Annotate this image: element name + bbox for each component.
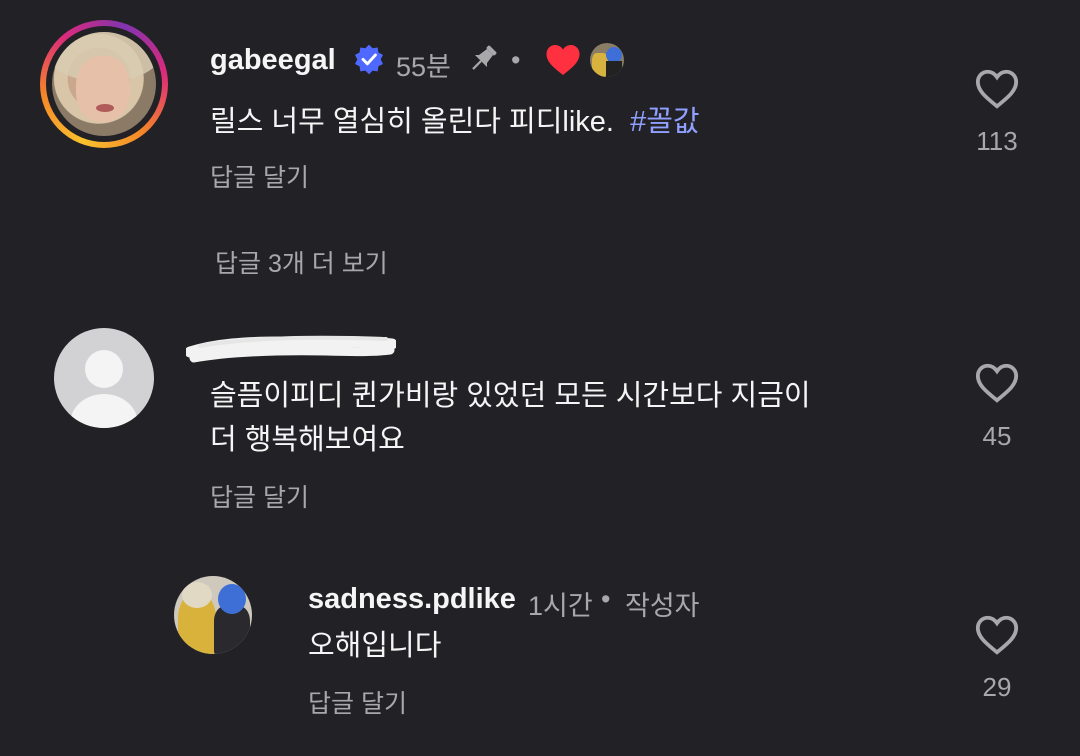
- reply-button[interactable]: 답글 달기: [210, 478, 309, 514]
- like-count: 45: [982, 421, 1012, 451]
- author-avatar-small: [590, 43, 624, 77]
- default-avatar[interactable]: [54, 328, 154, 428]
- reply-button[interactable]: 답글 달기: [210, 158, 309, 194]
- reply-button[interactable]: 답글 달기: [308, 684, 407, 720]
- verified-badge-icon: [355, 44, 383, 75]
- like-count: 113: [976, 126, 1018, 156]
- comment-text: 오해입니다: [308, 630, 442, 662]
- comment-time: 1시간: [528, 591, 593, 621]
- separator-dot: •: [511, 45, 521, 75]
- comment-text-line2: 더 행복해보여요: [210, 424, 405, 456]
- hashtag-link[interactable]: #꼴값: [630, 106, 700, 138]
- username[interactable]: sadness.pdlike: [308, 583, 516, 616]
- username[interactable]: gabeegal: [210, 44, 336, 77]
- redacted-username-scribble: [186, 335, 396, 363]
- story-ring-avatar[interactable]: [40, 20, 168, 148]
- avatar[interactable]: [174, 576, 252, 654]
- view-more-replies-button[interactable]: 답글 3개 더 보기: [215, 244, 388, 280]
- like-heart-icon[interactable]: [974, 360, 1020, 406]
- pin-icon: [472, 45, 497, 70]
- author-badge: 작성자: [625, 591, 700, 621]
- heart-filled-icon: [546, 45, 580, 75]
- comment-text: 릴스 너무 열심히 올린다 피디like. #꼴값: [210, 106, 700, 138]
- avatar: [52, 32, 156, 136]
- like-heart-icon[interactable]: [974, 612, 1020, 658]
- separator-dot: •: [601, 584, 611, 614]
- like-count: 29: [982, 672, 1012, 702]
- like-heart-icon[interactable]: [974, 66, 1020, 112]
- comment-time: 55분: [396, 52, 451, 82]
